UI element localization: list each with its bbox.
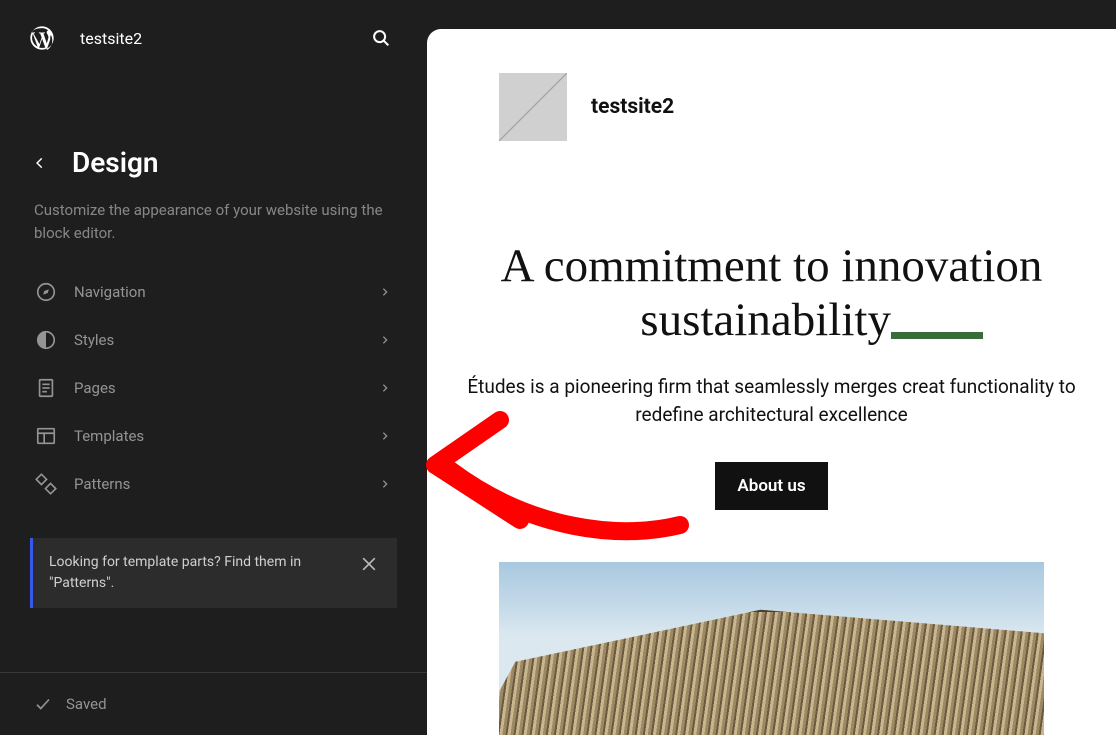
back-button[interactable] (28, 151, 52, 175)
nav-item-styles[interactable]: Styles (18, 316, 409, 364)
nav-label: Pages (74, 379, 361, 397)
close-icon (359, 554, 379, 574)
site-editor-sidebar: testsite2 Design Customize the appearanc… (0, 0, 427, 735)
nav-item-navigation[interactable]: Navigation (18, 268, 409, 316)
saved-status-bar: Saved (0, 672, 427, 735)
panel-description: Customize the appearance of your website… (0, 179, 427, 268)
site-name-label[interactable]: testsite2 (80, 29, 339, 48)
nav-label: Navigation (74, 283, 361, 301)
hero-image (499, 562, 1044, 735)
preview-site-header: testsite2 (427, 29, 1116, 141)
site-logo-placeholder[interactable] (499, 73, 567, 141)
panel-title: Design (72, 146, 159, 179)
hero-section: A commitment to innovation sustainabilit… (427, 239, 1116, 510)
chevron-right-icon (377, 332, 393, 348)
chevron-right-icon (377, 380, 393, 396)
panel-header: Design (0, 146, 427, 179)
notice-text: Looking for template parts? Find them in… (49, 552, 345, 594)
hero-title-line2: sustainability (640, 293, 891, 347)
template-parts-notice: Looking for template parts? Find them in… (30, 538, 397, 608)
chevron-right-icon (377, 428, 393, 444)
chevron-left-icon (33, 156, 47, 170)
page-icon (34, 376, 58, 400)
nav-item-pages[interactable]: Pages (18, 364, 409, 412)
search-button[interactable] (363, 20, 399, 56)
nav-item-templates[interactable]: Templates (18, 412, 409, 460)
nav-label: Styles (74, 331, 361, 349)
building-photo (499, 607, 1044, 735)
search-icon (370, 27, 392, 49)
chevron-right-icon (377, 284, 393, 300)
site-preview-frame[interactable]: testsite2 A commitment to innovation sus… (427, 29, 1116, 735)
wordpress-logo-icon[interactable] (28, 24, 56, 52)
hero-title-line1: A commitment to innovation (501, 240, 1043, 292)
topbar: testsite2 (0, 0, 427, 76)
notice-dismiss-button[interactable] (357, 552, 381, 576)
saved-label: Saved (66, 695, 107, 713)
chevron-right-icon (377, 476, 393, 492)
compass-icon (34, 280, 58, 304)
hero-paragraph: Études is a pioneering firm that seamles… (449, 373, 1094, 428)
accent-underline (891, 332, 983, 339)
nav-label: Patterns (74, 475, 361, 493)
design-nav-list: Navigation Styles Pages Templates (0, 268, 427, 508)
check-icon (34, 695, 52, 713)
layout-icon (34, 424, 58, 448)
patterns-icon (34, 472, 58, 496)
half-circle-icon (34, 328, 58, 352)
nav-item-patterns[interactable]: Patterns (18, 460, 409, 508)
preview-site-title[interactable]: testsite2 (591, 95, 674, 119)
about-us-button[interactable]: About us (715, 462, 827, 510)
nav-label: Templates (74, 427, 361, 445)
hero-title: A commitment to innovation sustainabilit… (449, 239, 1094, 347)
